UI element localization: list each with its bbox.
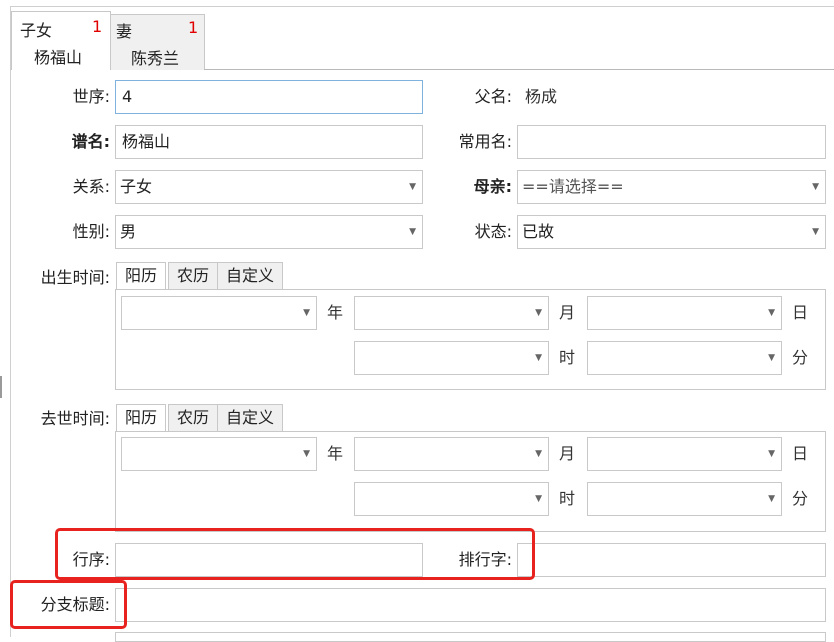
chevron-down-icon: ▼ (303, 449, 310, 459)
chevron-down-icon: ▼ (409, 227, 416, 237)
birth-calendar-tabs: 阳历 农历 自定义 (116, 262, 316, 290)
tab-child[interactable]: 子女 1 杨福山 (11, 11, 111, 70)
death-minute-select[interactable]: ▼ (587, 482, 782, 516)
tab-death-lunar[interactable]: 农历 (168, 404, 219, 432)
chevron-down-icon: ▼ (535, 353, 542, 363)
chevron-down-icon: ▼ (768, 449, 775, 459)
tab-birth-solar[interactable]: 阳历 (116, 262, 167, 290)
chevron-down-icon: ▼ (409, 182, 416, 192)
birth-month-unit: 月 (559, 303, 576, 322)
birth-time-label: 出生时间: (40, 268, 110, 287)
chevron-down-icon: ▼ (812, 227, 819, 237)
birth-year-select[interactable]: ▼ (121, 296, 317, 330)
tab-spouse[interactable]: 妻 1 陈秀兰 (110, 14, 205, 70)
chevron-down-icon: ▼ (768, 353, 775, 363)
birth-minute-select[interactable]: ▼ (587, 341, 782, 375)
birth-hour-select[interactable]: ▼ (354, 341, 549, 375)
death-calendar-tabs: 阳历 农历 自定义 (116, 404, 316, 432)
birth-hour-unit: 时 (559, 348, 576, 367)
resize-handle[interactable] (0, 376, 2, 398)
rank-char-input[interactable] (517, 543, 826, 577)
chevron-down-icon: ▼ (535, 449, 542, 459)
genealogy-name-label: 谱名: (71, 132, 110, 151)
gender-select-value: 男 (120, 222, 137, 241)
tab-birth-custom[interactable]: 自定义 (217, 262, 284, 290)
frame-left-border (10, 6, 11, 637)
mother-select[interactable]: ==请选择== ▼ (517, 170, 826, 204)
gender-label: 性别: (72, 222, 110, 241)
death-year-unit: 年 (327, 444, 344, 463)
death-time-label: 去世时间: (40, 409, 110, 428)
tab-death-custom[interactable]: 自定义 (217, 404, 284, 432)
father-name-label: 父名: (474, 87, 512, 106)
death-hour-unit: 时 (559, 489, 576, 508)
death-day-select[interactable]: ▼ (587, 437, 782, 471)
tab-child-label: 子女 (20, 21, 53, 40)
chevron-down-icon: ▼ (535, 494, 542, 504)
status-select-value: 已故 (522, 222, 555, 241)
chevron-down-icon: ▼ (303, 308, 310, 318)
chevron-down-icon: ▼ (812, 182, 819, 192)
birth-month-select[interactable]: ▼ (354, 296, 549, 330)
generation-label: 世序: (72, 87, 110, 106)
frame-top-border (10, 6, 834, 7)
death-month-select[interactable]: ▼ (354, 437, 549, 471)
common-name-input[interactable] (517, 125, 826, 159)
death-hour-select[interactable]: ▼ (354, 482, 549, 516)
gender-select[interactable]: 男 ▼ (115, 215, 423, 249)
relation-label: 关系: (72, 177, 110, 196)
status-select[interactable]: 已故 ▼ (517, 215, 826, 249)
chevron-down-icon: ▼ (768, 494, 775, 504)
birth-day-unit: 日 (792, 303, 809, 322)
tab-child-count: 1 (92, 17, 103, 36)
chevron-down-icon: ▼ (535, 308, 542, 318)
death-year-select[interactable]: ▼ (121, 437, 317, 471)
death-minute-unit: 分 (792, 489, 809, 508)
tab-spouse-label: 妻 (116, 22, 133, 41)
tab-death-solar[interactable]: 阳历 (116, 404, 167, 432)
mother-select-value: ==请选择== (522, 177, 624, 196)
branch-title-input[interactable] (115, 588, 826, 622)
tab-strip-line (204, 69, 834, 70)
death-month-unit: 月 (559, 444, 576, 463)
chevron-down-icon: ▼ (768, 308, 775, 318)
generation-input[interactable]: 4 (115, 80, 423, 114)
tab-spouse-count: 1 (188, 18, 199, 37)
highlight-box-rank (55, 528, 535, 580)
father-name-value: 杨成 (525, 87, 558, 106)
next-row-input[interactable] (115, 632, 826, 642)
birth-day-select[interactable]: ▼ (587, 296, 782, 330)
relation-select-value: 子女 (120, 177, 153, 196)
relation-select[interactable]: 子女 ▼ (115, 170, 423, 204)
birth-minute-unit: 分 (792, 348, 809, 367)
mother-label: 母亲: (473, 177, 512, 196)
highlight-box-branch-title (10, 580, 127, 629)
birth-year-unit: 年 (327, 303, 344, 322)
common-name-label: 常用名: (458, 132, 512, 151)
tab-child-name: 杨福山 (34, 48, 83, 67)
tab-birth-lunar[interactable]: 农历 (168, 262, 219, 290)
genealogy-name-input[interactable]: 杨福山 (115, 125, 423, 159)
tab-spouse-name: 陈秀兰 (131, 49, 180, 68)
status-label: 状态: (474, 222, 512, 241)
death-day-unit: 日 (792, 444, 809, 463)
